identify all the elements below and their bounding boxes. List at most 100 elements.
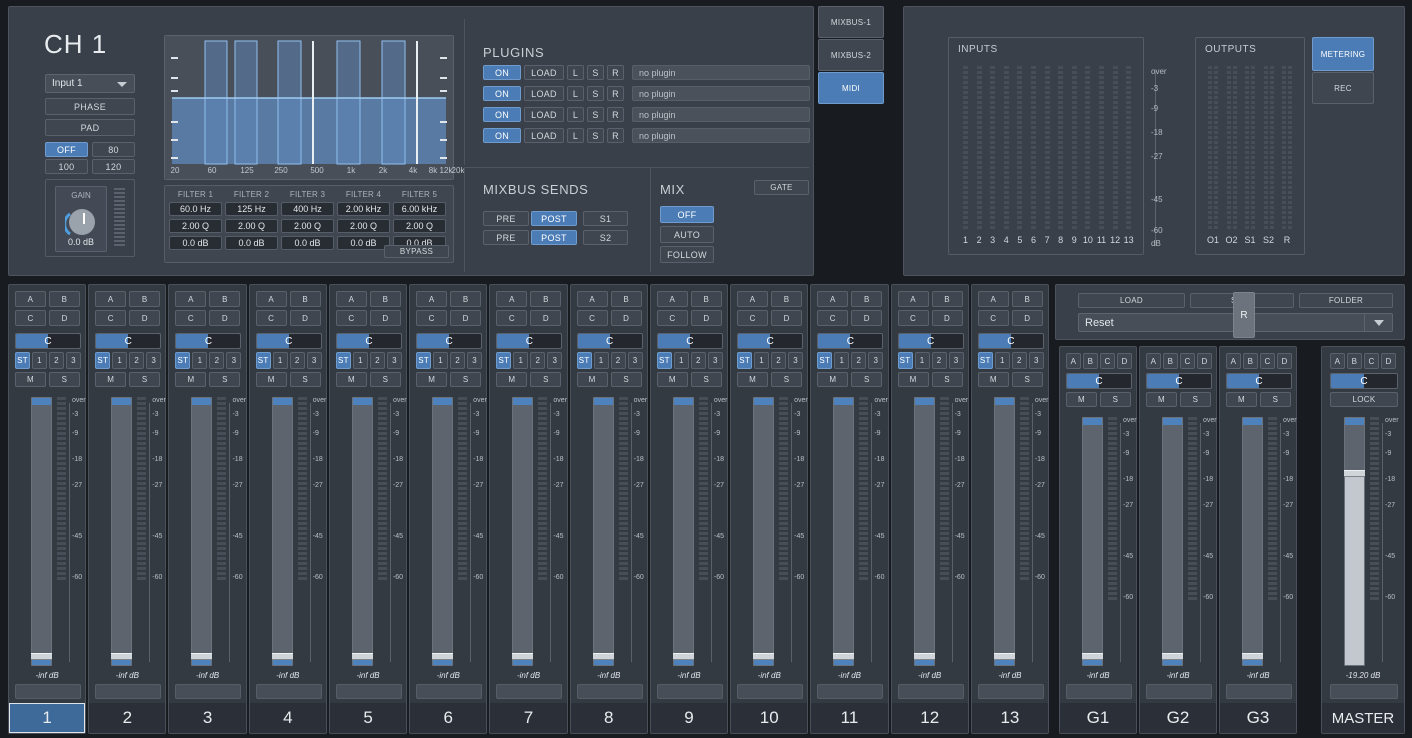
tab-mixbus-1[interactable]: MIXBUS-1 [818, 6, 884, 38]
strip-button-b[interactable]: B [49, 291, 80, 307]
plugin-left-button[interactable]: L [567, 65, 584, 80]
solo-button[interactable]: S [49, 372, 80, 387]
filter-frequency-field[interactable]: 125 Hz [225, 202, 278, 216]
strip-name-field[interactable] [496, 684, 562, 699]
pan-control[interactable]: C [336, 333, 402, 349]
routing-group-1-button[interactable]: 1 [353, 352, 368, 369]
strip-name-field[interactable] [978, 684, 1044, 699]
fader-handle[interactable] [272, 653, 293, 660]
fader-handle[interactable] [673, 653, 694, 660]
routing-group-1-button[interactable]: 1 [915, 352, 930, 369]
filter-gain-field[interactable]: 0.0 dB [169, 236, 222, 250]
group-select-tab[interactable]: G1 [1060, 703, 1136, 733]
routing-group-1-button[interactable]: 1 [834, 352, 849, 369]
eq-graph[interactable]: 20601252505001k2k4k8k12k20k [164, 35, 454, 180]
plugin-stereo-button[interactable]: S [587, 86, 604, 101]
solo-button[interactable]: S [290, 372, 321, 387]
routing-group-2-button[interactable]: 2 [450, 352, 465, 369]
solo-button[interactable]: S [1260, 392, 1291, 407]
mute-button[interactable]: M [817, 372, 848, 387]
strip-button-b[interactable]: B [691, 291, 722, 307]
strip-button-b[interactable]: B [129, 291, 160, 307]
strip-button-a[interactable]: A [817, 291, 848, 307]
volume-fader[interactable] [593, 397, 614, 666]
solo-button[interactable]: S [932, 372, 963, 387]
strip-name-field[interactable] [175, 684, 241, 699]
pan-control[interactable]: C [1066, 373, 1132, 389]
strip-select-tab[interactable]: 2 [89, 703, 165, 733]
mute-button[interactable]: M [336, 372, 367, 387]
fader-handle[interactable] [111, 653, 132, 660]
send2-pre-button[interactable]: PRE [483, 230, 529, 245]
strip-button-a[interactable]: A [175, 291, 206, 307]
filter-frequency-field[interactable]: 60.0 Hz [169, 202, 222, 216]
strip-button-a[interactable]: A [978, 291, 1009, 307]
plugin-left-button[interactable]: L [567, 86, 584, 101]
strip-select-tab[interactable]: 12 [892, 703, 968, 733]
group-name-field[interactable] [1226, 684, 1292, 699]
mix-follow-button[interactable]: FOLLOW [660, 246, 714, 263]
filter-q-field[interactable]: 2.00 Q [337, 219, 390, 233]
routing-group-1-button[interactable]: 1 [995, 352, 1010, 369]
group-name-field[interactable] [1146, 684, 1212, 699]
mute-button[interactable]: M [15, 372, 46, 387]
volume-fader[interactable] [753, 397, 774, 666]
strip-name-field[interactable] [15, 684, 81, 699]
fader-handle[interactable] [914, 653, 935, 660]
filter-frequency-field[interactable]: 6.00 kHz [393, 202, 446, 216]
strip-name-field[interactable] [657, 684, 723, 699]
strip-button-c[interactable]: C [175, 310, 206, 326]
volume-fader[interactable] [1162, 417, 1183, 666]
filter-frequency-field[interactable]: 400 Hz [281, 202, 334, 216]
mute-button[interactable]: M [496, 372, 527, 387]
lock-button[interactable]: LOCK [1330, 392, 1398, 407]
mute-button[interactable]: M [175, 372, 206, 387]
plugin-name-field[interactable]: no plugin [632, 65, 810, 80]
solo-button[interactable]: S [851, 372, 882, 387]
strip-select-tab[interactable]: 6 [410, 703, 486, 733]
highpass-100-button[interactable]: 100 [45, 159, 88, 174]
plugin-name-field[interactable]: no plugin [632, 86, 810, 101]
strip-button-c[interactable]: C [898, 310, 929, 326]
strip-button-b[interactable]: B [450, 291, 481, 307]
pan-control[interactable]: C [1226, 373, 1292, 389]
mute-button[interactable]: M [256, 372, 287, 387]
solo-button[interactable]: S [691, 372, 722, 387]
routing-stereo-button[interactable]: ST [577, 352, 592, 369]
send1-post-button[interactable]: POST [531, 211, 577, 226]
fader-handle[interactable] [1344, 470, 1365, 477]
mute-button[interactable]: M [898, 372, 929, 387]
plugin-load-button[interactable]: LOAD [524, 86, 564, 101]
fader-handle[interactable] [31, 653, 52, 660]
strip-button-c[interactable]: C [336, 310, 367, 326]
strip-button-b[interactable]: B [290, 291, 321, 307]
strip-button-c[interactable]: C [737, 310, 768, 326]
metering-mode-button[interactable]: METERING [1312, 37, 1374, 71]
routing-group-2-button[interactable]: 2 [611, 352, 626, 369]
pan-control[interactable]: C [817, 333, 883, 349]
solo-button[interactable]: S [209, 372, 240, 387]
volume-fader[interactable] [432, 397, 453, 666]
filter-q-field[interactable]: 2.00 Q [393, 219, 446, 233]
routing-group-3-button[interactable]: 3 [387, 352, 402, 369]
volume-fader[interactable] [914, 397, 935, 666]
strip-button-d[interactable]: D [290, 310, 321, 326]
strip-button-d[interactable]: D [1012, 310, 1043, 326]
pan-control[interactable]: C [95, 333, 161, 349]
mute-button[interactable]: M [737, 372, 768, 387]
volume-fader[interactable] [111, 397, 132, 666]
strip-name-field[interactable] [336, 684, 402, 699]
tab-mixbus-2[interactable]: MIXBUS-2 [818, 39, 884, 71]
strip-name-field[interactable] [416, 684, 482, 699]
routing-group-2-button[interactable]: 2 [209, 352, 224, 369]
group-button-b[interactable]: B [1163, 353, 1178, 369]
strip-button-b[interactable]: B [1012, 291, 1043, 307]
group-button-a[interactable]: A [1226, 353, 1241, 369]
routing-group-2-button[interactable]: 2 [1012, 352, 1027, 369]
strip-button-d[interactable]: D [851, 310, 882, 326]
pan-control[interactable]: C [416, 333, 482, 349]
group-button-c[interactable]: C [1100, 353, 1115, 369]
pan-control[interactable]: C [577, 333, 643, 349]
strip-name-field[interactable] [95, 684, 161, 699]
strip-button-b[interactable]: B [611, 291, 642, 307]
